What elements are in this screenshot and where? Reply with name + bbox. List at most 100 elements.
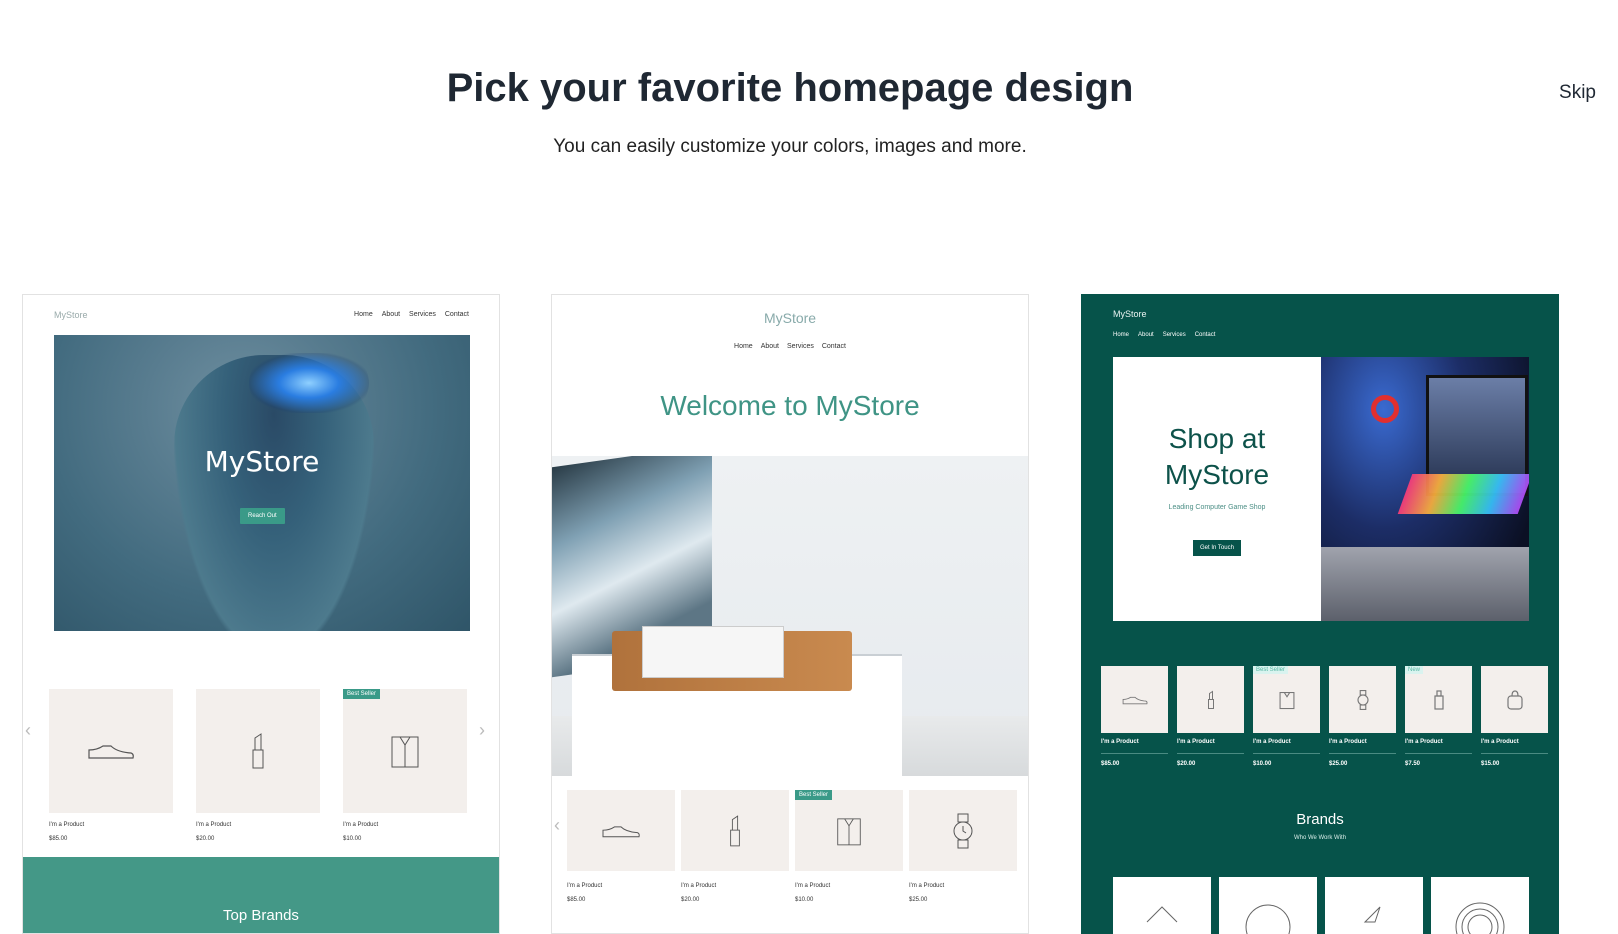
watch-icon	[953, 813, 973, 848]
product-price: $85.00	[49, 836, 68, 842]
lipstick-icon	[730, 814, 740, 846]
nav-item-about: About	[1138, 332, 1154, 338]
desk-image	[1321, 547, 1529, 621]
product-price: $85.00	[1101, 761, 1120, 767]
welcome-title: Welcome to MyStore	[660, 390, 920, 421]
nav-item-home: Home	[354, 311, 373, 318]
nav-item-services: Services	[409, 311, 436, 318]
product-name: I'm a Product	[196, 822, 232, 828]
product-image	[1101, 666, 1168, 733]
nav-item-home: Home	[734, 343, 753, 350]
hero-subtitle: Leading Computer Game Shop	[1168, 504, 1266, 511]
product-name: I'm a Product	[909, 883, 945, 889]
product-image	[196, 689, 320, 813]
product-divider	[1329, 753, 1396, 754]
lipstick-icon	[252, 733, 264, 769]
chevron-right-icon: ›	[479, 720, 485, 740]
template-card-3[interactable]: MyStore Home About Services Contact Shop…	[1081, 294, 1559, 934]
hero-button: Reach Out	[240, 508, 285, 524]
product-price: $10.00	[1253, 761, 1272, 767]
product-price: $25.00	[909, 897, 928, 903]
bag-icon	[1506, 689, 1523, 710]
product-image	[1253, 666, 1320, 733]
product-image	[681, 790, 789, 871]
product-name: I'm a Product	[1481, 739, 1519, 745]
product-name: I'm a Product	[567, 883, 603, 889]
page-title: Pick your favorite homepage design	[446, 66, 1134, 110]
product-name: I'm a Product	[681, 883, 717, 889]
brand-logo-tile	[1431, 877, 1529, 934]
shirt-icon	[391, 736, 419, 768]
card-nav: Home About Services Contact	[354, 311, 469, 318]
brand-logo-icon	[1363, 906, 1381, 923]
band-title: Top Brands	[223, 907, 299, 924]
shirt-icon	[1279, 691, 1294, 709]
product-divider	[1177, 753, 1244, 754]
nav-item-contact: Contact	[821, 343, 846, 350]
product-name: I'm a Product	[1253, 739, 1291, 745]
product-price: $20.00	[1177, 761, 1196, 767]
brands-title: Brands	[1296, 811, 1344, 828]
shoe-icon	[88, 745, 134, 759]
hero-title-line-2: MyStore	[1164, 459, 1270, 490]
brand-logo-icon	[1455, 902, 1505, 934]
console-image	[642, 626, 784, 678]
card-logo: MyStore	[763, 310, 817, 326]
nav-item-contact: Contact	[1194, 332, 1216, 338]
nav-item-contact: Contact	[444, 311, 469, 318]
bottle-icon	[1433, 689, 1444, 710]
template-card-2[interactable]: MyStore Home About Services Contact Welc…	[551, 294, 1029, 934]
card-logo: MyStore	[54, 310, 88, 320]
card-nav: Home About Services Contact	[1113, 332, 1215, 338]
product-image	[1481, 666, 1548, 733]
product-image	[1329, 666, 1396, 733]
template-card-1[interactable]: MyStore Home About Services Contact MySt…	[22, 294, 500, 934]
hero-image	[552, 456, 1028, 776]
shoe-icon	[1122, 696, 1147, 704]
product-price: $7.50	[1405, 761, 1421, 767]
product-price: $25.00	[1329, 761, 1348, 767]
product-divider	[1481, 753, 1548, 754]
hero-title-line-1: Shop at	[1168, 423, 1266, 454]
product-image	[567, 790, 675, 871]
product-price: $20.00	[196, 836, 215, 842]
rgb-keyboard-image	[1397, 474, 1529, 514]
brand-logo-icon	[1146, 906, 1178, 923]
product-name: I'm a Product	[795, 883, 831, 889]
nav-item-about: About	[760, 343, 779, 350]
nav-item-about: About	[381, 311, 401, 318]
product-divider	[1253, 753, 1320, 754]
product-divider	[1405, 753, 1472, 754]
product-image	[795, 790, 903, 871]
hero-title: MyStore	[204, 445, 320, 478]
best-seller-badge: Best Seller	[795, 790, 833, 800]
new-badge: New	[1405, 666, 1424, 674]
brand-logo-tile	[1113, 877, 1211, 934]
watch-icon	[1356, 689, 1369, 710]
hero-title: Shop at MyStore	[1113, 421, 1321, 493]
product-name: I'm a Product	[49, 822, 85, 828]
card-nav: Home About Services Contact	[552, 343, 1028, 350]
page-subtitle: You can easily customize your colors, im…	[553, 136, 1027, 157]
product-price: $10.00	[343, 836, 362, 842]
brand-logo-tile	[1325, 877, 1423, 934]
brand-logo-tile	[1219, 877, 1317, 934]
nav-item-home: Home	[1113, 332, 1130, 338]
product-image	[49, 689, 173, 813]
headset-image	[1371, 395, 1399, 423]
product-price: $85.00	[567, 897, 586, 903]
shoe-icon	[602, 825, 640, 837]
shirt-icon	[837, 817, 861, 845]
visor-glow	[249, 353, 369, 413]
hero-button: Get In Touch	[1193, 540, 1241, 556]
product-name: I'm a Product	[1329, 739, 1367, 745]
lipstick-icon	[1207, 690, 1214, 709]
best-seller-badge: Best Seller	[343, 689, 381, 699]
product-name: I'm a Product	[1405, 739, 1443, 745]
skip-link[interactable]: Skip	[1559, 82, 1596, 104]
product-image	[909, 790, 1017, 871]
brands-band: Top Brands	[23, 857, 499, 933]
card-logo: MyStore	[1113, 309, 1147, 319]
product-name: I'm a Product	[1177, 739, 1215, 745]
product-image	[1177, 666, 1244, 733]
